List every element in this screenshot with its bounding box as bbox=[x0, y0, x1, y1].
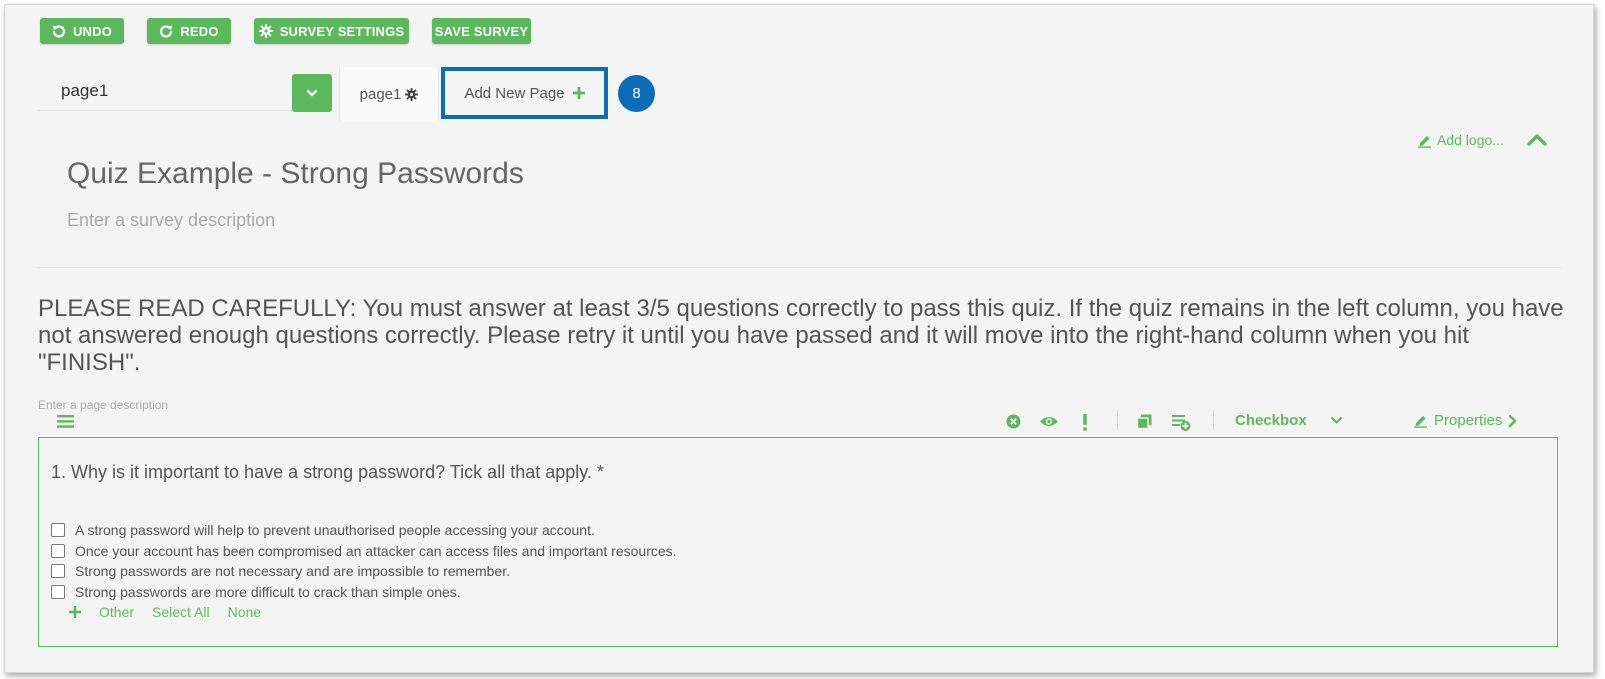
gear-icon[interactable] bbox=[405, 87, 419, 101]
plus-icon bbox=[572, 87, 585, 99]
page-dropdown-button[interactable] bbox=[292, 74, 332, 112]
question-card[interactable]: 1. Why is it important to have a strong … bbox=[38, 437, 1558, 647]
delete-question-button[interactable] bbox=[1006, 414, 1021, 429]
add-none-button[interactable]: None bbox=[228, 604, 261, 620]
choice-checkbox[interactable] bbox=[51, 564, 65, 578]
drag-handle-icon[interactable] bbox=[57, 415, 74, 428]
toolbar-separator bbox=[1213, 410, 1214, 430]
survey-description-input[interactable]: Enter a survey description bbox=[67, 210, 275, 231]
undo-icon bbox=[52, 25, 65, 38]
tab-page1[interactable]: page1 bbox=[339, 67, 439, 121]
properties-button[interactable]: Properties bbox=[1413, 412, 1517, 429]
add-to-toolbox-button[interactable] bbox=[1172, 414, 1191, 431]
save-survey-label: SAVE SURVEY bbox=[434, 23, 529, 39]
redo-icon bbox=[160, 25, 173, 38]
gear-icon bbox=[258, 24, 273, 38]
choice-label[interactable]: Strong passwords are not necessary and a… bbox=[75, 563, 510, 579]
choice-label[interactable]: A strong password will help to prevent u… bbox=[75, 522, 595, 538]
page-selector-value: page1 bbox=[61, 80, 109, 100]
redo-button[interactable]: REDO bbox=[147, 18, 231, 44]
save-survey-button[interactable]: SAVE SURVEY bbox=[432, 18, 531, 44]
choice-actions: Other Select All None bbox=[69, 604, 261, 620]
choice-checkbox[interactable] bbox=[51, 544, 65, 558]
survey-title[interactable]: Quiz Example - Strong Passwords bbox=[67, 157, 524, 191]
choice-checkbox[interactable] bbox=[51, 523, 65, 537]
exclamation-icon bbox=[1083, 414, 1087, 431]
choice-item[interactable]: Strong passwords are not necessary and a… bbox=[51, 562, 510, 580]
required-toggle-button[interactable] bbox=[1082, 414, 1088, 431]
question-type-selector[interactable]: Checkbox bbox=[1235, 412, 1307, 429]
preview-question-button[interactable] bbox=[1039, 414, 1059, 429]
chevron-down-icon[interactable] bbox=[1330, 416, 1343, 425]
page-description-input[interactable]: Enter a page description bbox=[38, 398, 168, 412]
add-select-all-button[interactable]: Select All bbox=[152, 604, 210, 620]
pencil-icon bbox=[1418, 135, 1431, 148]
choice-item[interactable]: Once your account has been compromised a… bbox=[51, 542, 677, 560]
undo-label: UNDO bbox=[72, 23, 113, 39]
add-new-page-button[interactable]: Add New Page bbox=[441, 67, 608, 119]
page-title[interactable]: PLEASE READ CAREFULLY: You must answer a… bbox=[38, 295, 1578, 376]
add-logo-label: Add logo... bbox=[1437, 132, 1504, 148]
survey-editor: UNDO REDO SURVEY SETTINGS SAVE SURVEY pa… bbox=[4, 4, 1594, 673]
chevron-up-icon[interactable] bbox=[1527, 133, 1547, 146]
choice-label[interactable]: Once your account has been compromised a… bbox=[75, 543, 677, 559]
callout-number: 8 bbox=[632, 85, 641, 102]
choice-label[interactable]: Strong passwords are more difficult to c… bbox=[75, 584, 461, 600]
chevron-right-icon bbox=[1509, 414, 1517, 427]
add-choice-icon[interactable] bbox=[69, 606, 81, 618]
undo-button[interactable]: UNDO bbox=[40, 18, 124, 44]
pencil-icon bbox=[1414, 416, 1427, 428]
add-new-page-label: Add New Page bbox=[464, 84, 565, 102]
properties-label: Properties bbox=[1434, 412, 1503, 429]
add-to-list-icon bbox=[1172, 415, 1191, 431]
redo-label: REDO bbox=[180, 23, 219, 39]
copy-icon bbox=[1137, 414, 1152, 429]
chevron-down-icon bbox=[306, 89, 318, 97]
question-title[interactable]: 1. Why is it important to have a strong … bbox=[51, 462, 604, 483]
tab-page1-label: page1 bbox=[359, 85, 402, 103]
choice-checkbox[interactable] bbox=[51, 585, 65, 599]
choice-item[interactable]: A strong password will help to prevent u… bbox=[51, 521, 595, 539]
page-selector[interactable]: page1 bbox=[37, 71, 299, 111]
choice-item[interactable]: Strong passwords are more difficult to c… bbox=[51, 583, 461, 601]
toolbar-separator bbox=[1117, 410, 1118, 430]
duplicate-question-button[interactable] bbox=[1137, 414, 1152, 429]
add-other-button[interactable]: Other bbox=[99, 604, 134, 620]
survey-settings-button[interactable]: SURVEY SETTINGS bbox=[254, 18, 409, 44]
eye-icon bbox=[1040, 417, 1058, 426]
header-divider bbox=[37, 267, 1561, 268]
survey-settings-label: SURVEY SETTINGS bbox=[279, 23, 405, 39]
add-logo-button[interactable]: Add logo... bbox=[1417, 130, 1504, 150]
callout-badge: 8 bbox=[618, 75, 655, 112]
close-circle-icon bbox=[1006, 414, 1021, 429]
